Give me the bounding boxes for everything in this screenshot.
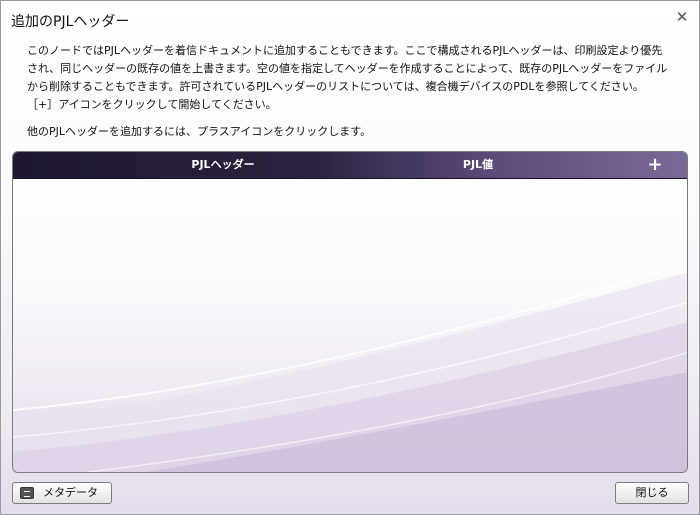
- column-header-pjl-value[interactable]: PJL値: [433, 152, 523, 178]
- pjl-header-table: PJLヘッダー PJL値 +: [12, 151, 688, 473]
- description-line: され、同じヘッダーの既存の値を上書きます。空の値を指定してヘッダーを作成すること…: [27, 62, 668, 75]
- add-hint-text: 他のPJLヘッダーを追加するには、プラスアイコンをクリックします。: [27, 125, 372, 138]
- close-button[interactable]: 閉じる: [615, 482, 689, 504]
- description-line: から削除することもできます。許可されているPJLヘッダーのリストについては、複合…: [27, 80, 644, 93]
- table-header: PJLヘッダー PJL値 +: [13, 152, 687, 179]
- description-line: ［+］アイコンをクリックして開始してください。: [27, 98, 277, 111]
- description-text: このノードではPJLヘッダーを着信ドキュメントに追加することもできます。ここで構…: [27, 42, 677, 114]
- add-icon[interactable]: +: [645, 154, 665, 176]
- close-icon[interactable]: ✕: [673, 8, 691, 26]
- metadata-button-label: メタデータ: [43, 486, 98, 499]
- column-header-pjl-header[interactable]: PJLヘッダー: [163, 152, 283, 178]
- dialog-title: 追加のPJLヘッダー: [11, 14, 130, 30]
- background-swoosh: [13, 261, 687, 472]
- metadata-icon: [20, 487, 34, 499]
- description-line: このノードではPJLヘッダーを着信ドキュメントに追加することもできます。ここで構…: [27, 44, 663, 57]
- metadata-button[interactable]: メタデータ: [12, 482, 112, 504]
- pjl-header-dialog: 追加のPJLヘッダー ✕ このノードではPJLヘッダーを着信ドキュメントに追加す…: [0, 0, 700, 515]
